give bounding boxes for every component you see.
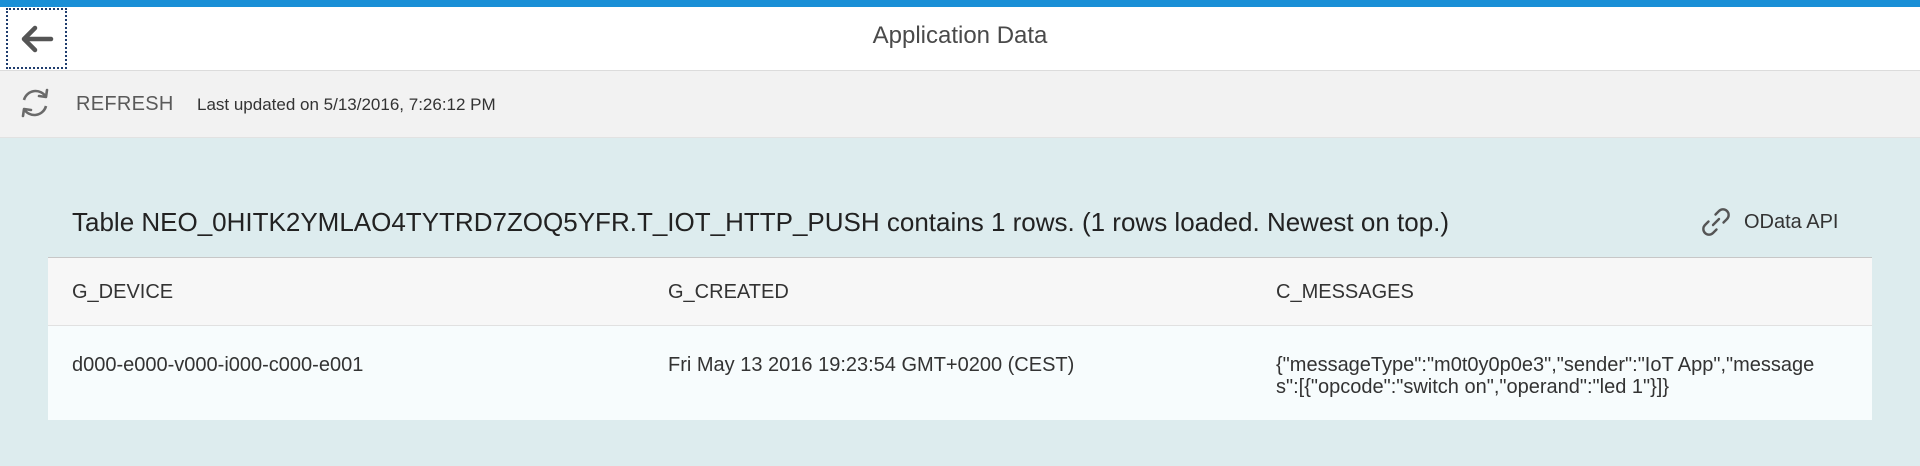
- column-header-c-messages[interactable]: C_MESSAGES: [1276, 258, 1836, 326]
- table-title: Table NEO_0HITK2YMLAO4TYTRD7ZOQ5YFR.T_IO…: [72, 207, 1450, 237]
- table-header-row: G_DEVICE G_CREATED C_MESSAGES: [48, 258, 1872, 326]
- data-table: G_DEVICE G_CREATED C_MESSAGES d000-e000-…: [48, 257, 1872, 420]
- column-header-g-device[interactable]: G_DEVICE: [72, 258, 173, 326]
- cell-c-messages: {"messageType":"m0t0y0p0e3","sender":"Io…: [1276, 354, 1815, 398]
- odata-api-link[interactable]: OData API: [1698, 202, 1839, 242]
- refresh-icon[interactable]: [17, 85, 53, 121]
- top-accent-bar: [0, 0, 1920, 7]
- app-header: Application Data: [0, 7, 1920, 71]
- cell-g-device: d000-e000-v000-i000-c000-e001: [72, 354, 364, 376]
- arrow-left-icon: [21, 25, 53, 52]
- toolbar: REFRESH Last updated on 5/13/2016, 7:26:…: [0, 71, 1920, 138]
- page-title: Application Data: [872, 22, 1048, 49]
- refresh-button[interactable]: REFRESH: [76, 71, 174, 138]
- table-row[interactable]: d000-e000-v000-i000-c000-e001 Fri May 13…: [48, 326, 1872, 420]
- column-header-g-created[interactable]: G_CREATED: [668, 258, 789, 326]
- last-updated-text: Last updated on 5/13/2016, 7:26:12 PM: [197, 95, 496, 114]
- cell-g-created: Fri May 13 2016 19:23:54 GMT+0200 (CEST): [668, 354, 1075, 376]
- back-button[interactable]: [6, 8, 67, 69]
- link-icon: [1702, 208, 1730, 236]
- odata-api-label: OData API: [1744, 210, 1839, 233]
